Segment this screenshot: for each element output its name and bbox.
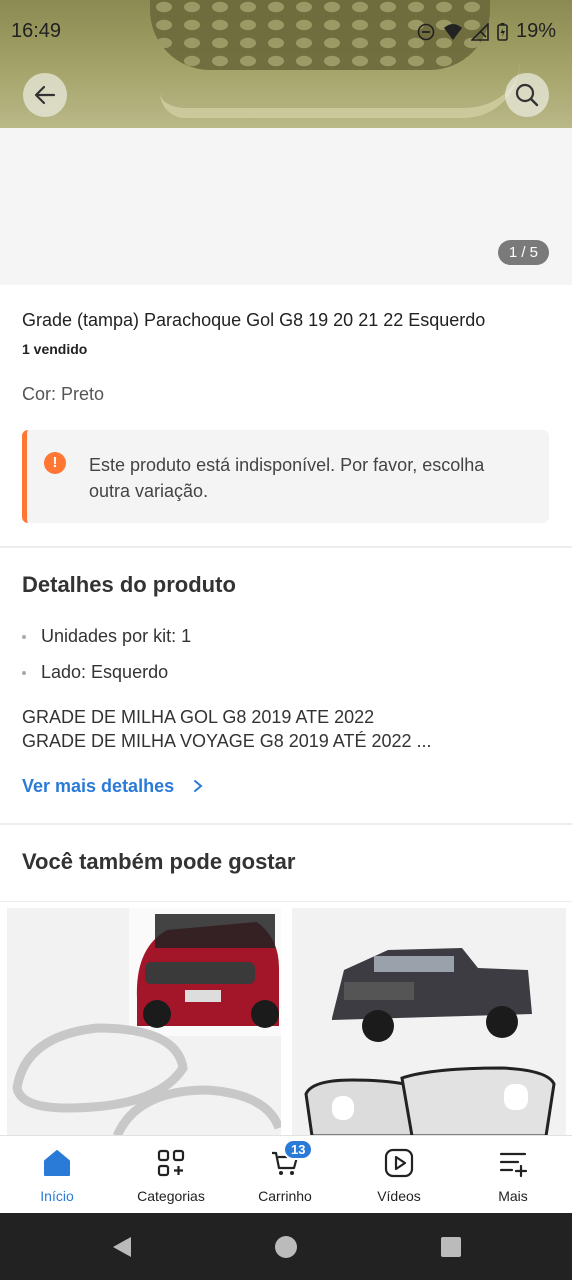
product-gallery[interactable] — [0, 128, 572, 285]
gallery-counter: 1 / 5 — [497, 240, 549, 265]
tab-label: Início — [40, 1188, 74, 1204]
sold-count: 1 vendido — [22, 341, 88, 357]
details-description: GRADE DE MILHA GOL G8 2019 ATE 2022 GRAD… — [22, 705, 432, 753]
section-divider — [0, 823, 572, 825]
signal-icon — [470, 22, 489, 41]
system-nav-bar — [0, 1213, 572, 1280]
nav-home-icon[interactable] — [274, 1235, 298, 1259]
grille-rim-image — [160, 62, 520, 118]
status-bar: 16:49 19% — [0, 0, 572, 60]
tab-videos[interactable]: Vídeos — [342, 1136, 456, 1214]
see-more-label: Ver mais detalhes — [22, 776, 175, 796]
product-title: Grade (tampa) Parachoque Gol G8 19 20 21… — [22, 310, 486, 330]
tab-label: Categorias — [137, 1188, 205, 1204]
tab-label: Carrinho — [258, 1188, 312, 1204]
arrow-left-icon — [34, 85, 56, 105]
section-divider — [0, 901, 572, 902]
tab-label: Vídeos — [377, 1188, 421, 1204]
tab-mais[interactable]: Mais — [456, 1136, 570, 1214]
nav-recents-icon[interactable] — [440, 1236, 462, 1258]
product-thumbnail-fiat-toro — [12, 908, 281, 1136]
cart-count-badge: 13 — [283, 1139, 314, 1160]
alert-message: Este produto está indisponível. Por favo… — [89, 455, 485, 501]
detail-bullet-text: Unidades por kit: 1 — [41, 626, 192, 646]
video-icon — [384, 1148, 414, 1178]
status-time: 16:49 — [11, 20, 62, 42]
see-more-details-link[interactable]: Ver mais detalhes — [22, 776, 205, 797]
detail-bullet: Lado: Esquerdo — [22, 662, 168, 683]
battery-icon — [497, 22, 508, 41]
variant-color[interactable]: Cor: Preto — [22, 384, 104, 405]
battery-percent: 19% — [515, 20, 556, 42]
chevron-right-icon — [194, 780, 203, 792]
wifi-icon — [443, 23, 462, 40]
status-icons: 19% — [417, 20, 556, 43]
bullet-dot-icon — [22, 671, 26, 676]
description-line: GRADE DE MILHA GOL G8 2019 ATE 2022 — [22, 707, 375, 727]
home-icon — [44, 1150, 70, 1176]
recommended-product-card[interactable] — [292, 908, 566, 1136]
back-button[interactable] — [23, 73, 67, 117]
warning-icon: ! — [44, 452, 66, 474]
tab-categorias[interactable]: Categorias — [114, 1136, 228, 1214]
categories-icon — [157, 1149, 185, 1177]
search-icon — [515, 83, 539, 107]
tab-inicio[interactable]: Início — [0, 1136, 114, 1214]
bullet-dot-icon — [22, 635, 26, 640]
section-divider — [0, 546, 572, 548]
unavailable-alert: ! Este produto está indisponível. Por fa… — [22, 430, 549, 523]
nav-back-icon[interactable] — [110, 1235, 134, 1259]
dnd-icon — [417, 23, 435, 40]
details-heading: Detalhes do produto — [22, 572, 236, 597]
product-thumbnail-chevrolet-s10 — [304, 948, 556, 1136]
search-button[interactable] — [505, 73, 549, 117]
recommended-product-card[interactable] — [7, 908, 281, 1136]
detail-bullet: Unidades por kit: 1 — [22, 626, 191, 647]
recommend-heading: Você também pode gostar — [22, 849, 296, 874]
description-line: GRADE DE MILHA VOYAGE G8 2019 ATÉ 2022 .… — [22, 731, 432, 751]
tab-label: Mais — [498, 1188, 528, 1204]
menu-plus-icon — [499, 1152, 528, 1178]
detail-bullet-text: Lado: Esquerdo — [41, 662, 169, 682]
